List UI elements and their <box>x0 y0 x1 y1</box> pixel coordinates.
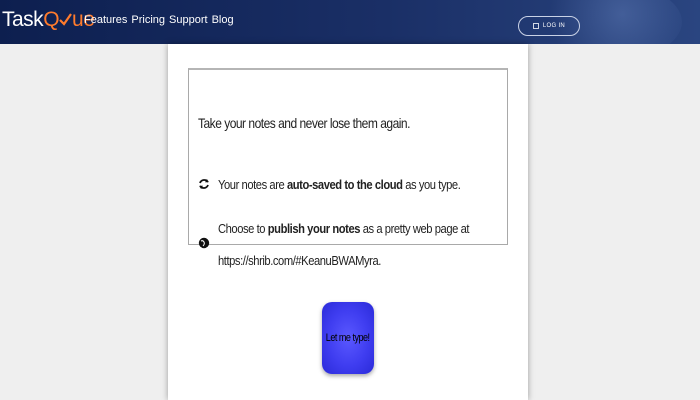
nav-link-blog[interactable]: Blog <box>212 14 234 26</box>
login-button[interactable]: LOG IN <box>518 16 580 36</box>
nav-link-support[interactable]: Support <box>169 14 208 26</box>
login-icon <box>533 23 539 29</box>
logo-text-prefix: Task <box>2 8 44 31</box>
nav-link-features[interactable]: Features <box>84 14 127 26</box>
let-me-type-button[interactable]: Let me type! <box>322 302 374 374</box>
feature-text-autosave: Your notes are auto-saved to the cloud a… <box>218 168 476 202</box>
logo-check-icon <box>59 13 72 26</box>
top-navbar: Task Q ue Features Pricing Support Blog … <box>0 0 700 44</box>
feature-text-publish-before: Choose to <box>218 221 268 236</box>
feature-text-autosave-before: Your notes are <box>218 177 287 192</box>
globe-icon <box>198 237 210 249</box>
cta-label: Let me type! <box>326 332 370 344</box>
cta-wrapper: Let me type! <box>322 294 374 382</box>
logo-text-q: Q <box>43 8 60 31</box>
feature-text-publish: Choose to publish your notes as a pretty… <box>218 213 476 277</box>
main-panel: Take your notes and never lose them agai… <box>168 44 528 400</box>
nav-link-pricing[interactable]: Pricing <box>131 14 165 26</box>
login-label: LOG IN <box>542 23 566 29</box>
feature-text-autosave-bold: auto-saved to the cloud <box>286 177 403 192</box>
logo[interactable]: Task Q ue <box>2 8 95 32</box>
main-nav: Features Pricing Support Blog <box>84 14 234 26</box>
refresh-icon <box>199 179 209 189</box>
intro-text: Take your notes and never lose them agai… <box>198 115 410 131</box>
feature-text-autosave-after: as you type. <box>402 177 461 192</box>
feature-text-publish-bold: publish your notes <box>267 221 361 236</box>
